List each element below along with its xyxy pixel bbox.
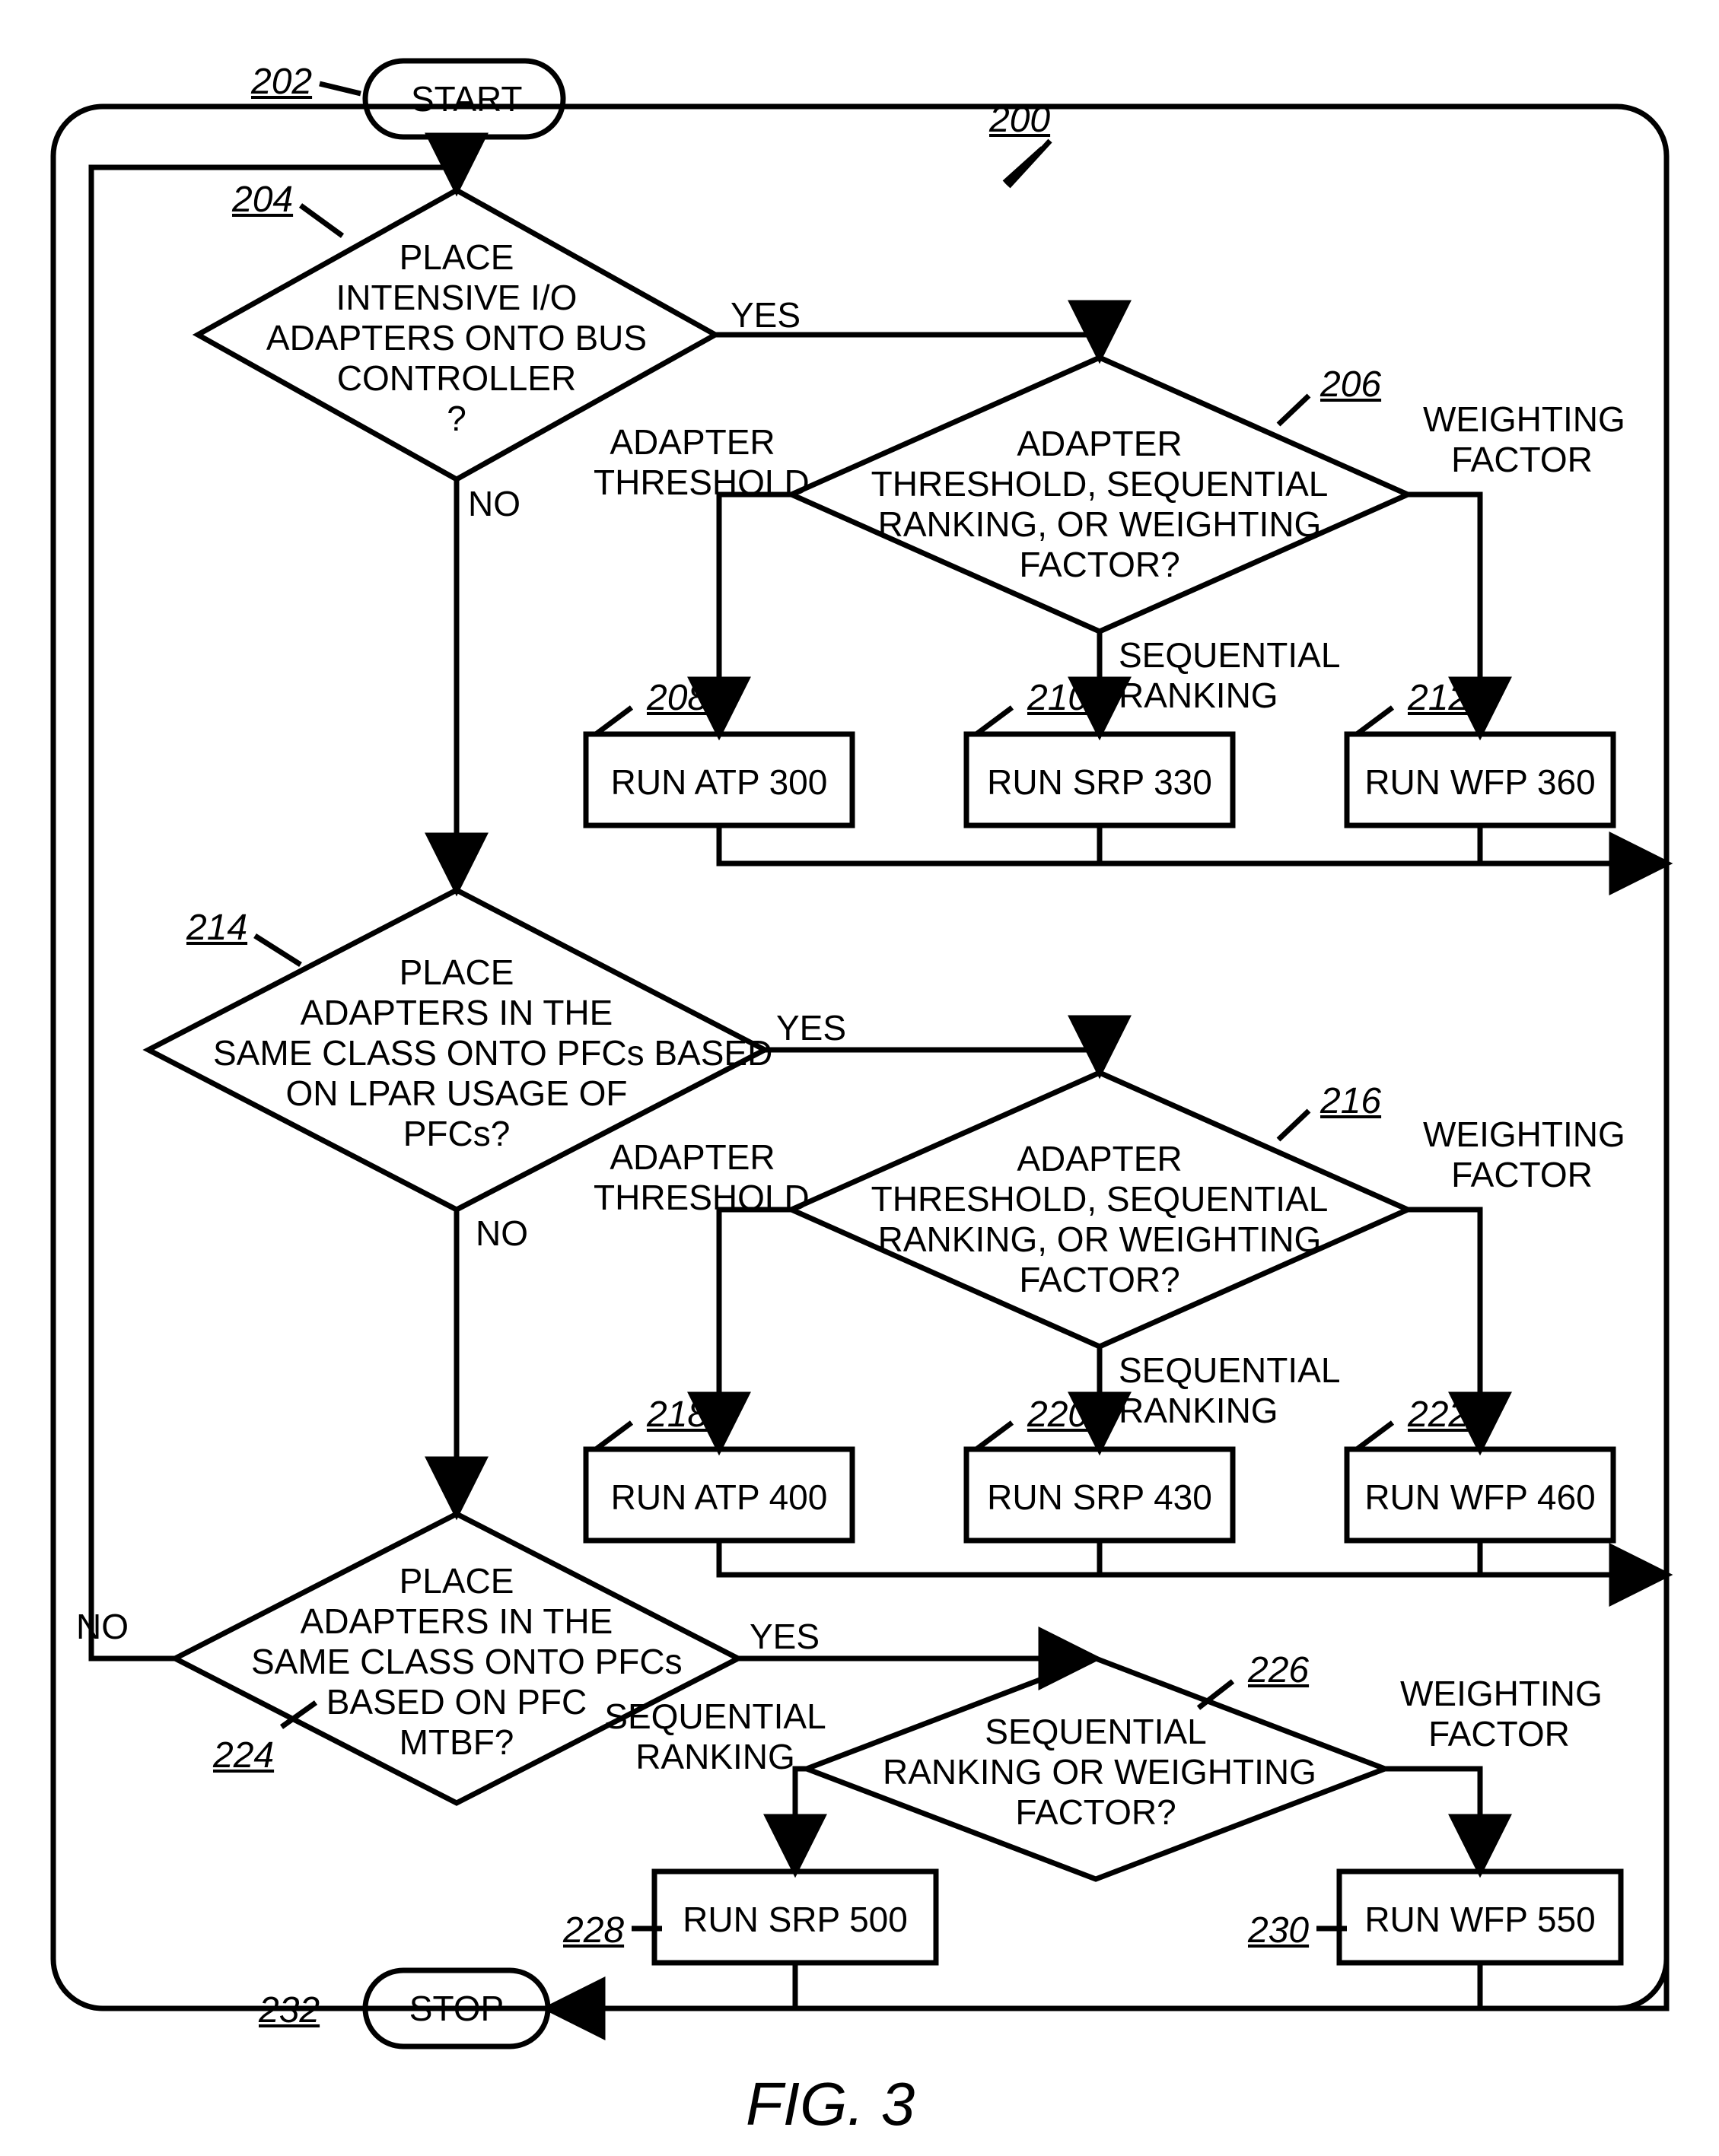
edge-weighting-factor-226: WEIGHTING FACTOR xyxy=(1400,1674,1598,1754)
decision-224: PLACE ADAPTERS IN THE SAME CLASS ONTO PF… xyxy=(251,1561,662,1762)
edge-sequential-ranking-206: SEQUENTIAL RANKING xyxy=(1119,635,1347,716)
flowchart-canvas: START STOP PLACE INTENSIVE I/O ADAPTERS … xyxy=(0,0,1719,2156)
label-230: 230 xyxy=(1248,1910,1309,1951)
edge-weighting-factor-216: WEIGHTING FACTOR xyxy=(1423,1115,1621,1195)
label-220: 220 xyxy=(1027,1394,1088,1436)
edge-adapter-threshold-216: ADAPTER THRESHOLD xyxy=(594,1137,791,1218)
edge-yes-204: YES xyxy=(731,295,801,335)
label-216: 216 xyxy=(1320,1080,1381,1122)
label-232: 232 xyxy=(259,1989,320,2031)
process-220: RUN SRP 430 xyxy=(966,1477,1233,1518)
decision-214: PLACE ADAPTERS IN THE SAME CLASS ONTO PF… xyxy=(213,952,700,1153)
label-210: 210 xyxy=(1027,677,1088,719)
label-228: 228 xyxy=(563,1910,624,1951)
decision-216: ADAPTER THRESHOLD, SEQUENTIAL RANKING, O… xyxy=(860,1139,1339,1300)
process-212: RUN WFP 360 xyxy=(1347,762,1613,803)
label-202: 202 xyxy=(251,61,312,103)
edge-no-214: NO xyxy=(476,1213,528,1254)
label-208: 208 xyxy=(647,677,708,719)
decision-226: SEQUENTIAL RANKING OR WEIGHTING FACTOR? xyxy=(883,1712,1309,1833)
edge-yes-214: YES xyxy=(776,1008,846,1048)
edge-no-204: NO xyxy=(468,484,520,524)
decision-206: ADAPTER THRESHOLD, SEQUENTIAL RANKING, O… xyxy=(860,424,1339,585)
start-terminator: START xyxy=(411,79,517,119)
process-228: RUN SRP 500 xyxy=(654,1900,936,1940)
label-206: 206 xyxy=(1320,364,1381,405)
label-200: 200 xyxy=(989,99,1050,141)
label-204: 204 xyxy=(232,179,293,221)
label-224: 224 xyxy=(213,1735,274,1776)
decision-204: PLACE INTENSIVE I/O ADAPTERS ONTO BUS CO… xyxy=(244,237,670,438)
figure-caption: FIG. 3 xyxy=(746,2069,915,2139)
label-212: 212 xyxy=(1408,677,1469,719)
process-218: RUN ATP 400 xyxy=(586,1477,852,1518)
process-208: RUN ATP 300 xyxy=(586,762,852,803)
label-214: 214 xyxy=(186,907,247,949)
edge-yes-224: YES xyxy=(750,1617,820,1657)
edge-sequential-ranking-226: SEQUENTIAL RANKING xyxy=(601,1696,829,1777)
edge-weighting-factor-206: WEIGHTING FACTOR xyxy=(1423,399,1621,480)
label-218: 218 xyxy=(647,1394,708,1436)
edge-no-224: NO xyxy=(76,1607,129,1647)
process-210: RUN SRP 330 xyxy=(966,762,1233,803)
process-230: RUN WFP 550 xyxy=(1339,1900,1621,1940)
label-222: 222 xyxy=(1408,1394,1469,1436)
process-222: RUN WFP 460 xyxy=(1347,1477,1613,1518)
stop-terminator: STOP xyxy=(403,1989,510,2029)
label-226: 226 xyxy=(1248,1649,1309,1691)
edge-adapter-threshold-206: ADAPTER THRESHOLD xyxy=(594,422,791,503)
edge-sequential-ranking-216: SEQUENTIAL RANKING xyxy=(1119,1350,1347,1431)
